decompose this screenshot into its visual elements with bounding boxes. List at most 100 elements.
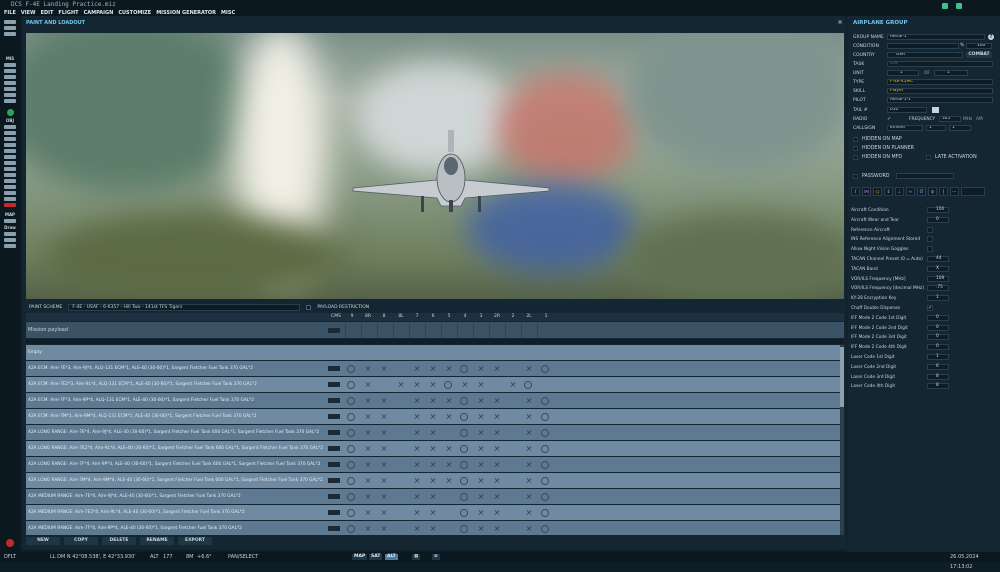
- weapon-station-icon[interactable]: ×: [444, 476, 454, 485]
- weapon-station-icon[interactable]: ×: [363, 476, 373, 485]
- country-select[interactable]: USA: [887, 52, 963, 58]
- empty-station-icon[interactable]: [347, 476, 355, 485]
- weapon-station-icon[interactable]: ×: [379, 492, 389, 501]
- weapon-station-icon[interactable]: ×: [363, 460, 373, 469]
- weapon-station-icon[interactable]: ×: [524, 412, 534, 421]
- weather-icon[interactable]: [4, 63, 16, 67]
- menu-file[interactable]: FILE: [4, 9, 16, 18]
- weapon-station-icon[interactable]: ×: [476, 364, 486, 373]
- empty-station-icon[interactable]: [541, 524, 549, 533]
- unit-input[interactable]: 1: [887, 70, 919, 76]
- extra-tab-icon[interactable]: [961, 187, 985, 196]
- triggered-actions-tab-icon[interactable]: ⋈: [862, 187, 871, 196]
- weapon-station-icon[interactable]: ×: [428, 364, 438, 373]
- mission-payload-pylon-4[interactable]: [409, 322, 410, 338]
- sat-view-button[interactable]: SAT: [369, 554, 383, 560]
- target-tab-icon[interactable]: ◇: [873, 187, 882, 196]
- rename-button[interactable]: RENAME: [140, 537, 174, 545]
- copy-button[interactable]: COPY: [64, 537, 98, 545]
- empty-station-icon[interactable]: [541, 412, 549, 421]
- weapon-station-icon[interactable]: ×: [524, 364, 534, 373]
- weapon-station-icon[interactable]: ×: [412, 412, 422, 421]
- property-input[interactable]: 8: [927, 383, 949, 390]
- empty-station-icon[interactable]: [460, 396, 468, 405]
- mission-payload-pylon-10[interactable]: [505, 322, 506, 338]
- unit-total-input[interactable]: 1: [934, 70, 968, 76]
- callsign-select[interactable]: Enfield: [887, 125, 923, 131]
- payload-restriction-checkbox[interactable]: [306, 304, 312, 310]
- radio-tab-icon[interactable]: ψ: [928, 187, 937, 196]
- empty-station-icon[interactable]: [524, 380, 532, 389]
- help-icon[interactable]: ?: [988, 34, 994, 40]
- empty-station-icon[interactable]: [347, 364, 355, 373]
- weapon-station-icon[interactable]: ×: [428, 492, 438, 501]
- map-layer-icon[interactable]: [4, 219, 16, 223]
- weapon-station-icon[interactable]: ×: [444, 460, 454, 469]
- empty-station-icon[interactable]: [460, 364, 468, 373]
- hidden-map-checkbox[interactable]: [853, 137, 858, 142]
- loadout-row[interactable]: A2A ECM: Aim-7F*3, Aim-9P*4, ALQ-131 ECM…: [26, 393, 840, 408]
- weapon-station-icon[interactable]: ×: [460, 380, 470, 389]
- airbase-icon[interactable]: [4, 167, 16, 171]
- weapon-station-icon[interactable]: ×: [524, 444, 534, 453]
- property-input[interactable]: 0: [927, 344, 949, 351]
- property-input[interactable]: 44: [927, 256, 949, 262]
- empty-station-icon[interactable]: [541, 476, 549, 485]
- mission-payload-pylon-7[interactable]: [457, 322, 458, 338]
- weapon-station-icon[interactable]: ×: [428, 524, 438, 533]
- type-select[interactable]: F-4E-45MC: [887, 79, 993, 85]
- weapon-station-icon[interactable]: ×: [428, 428, 438, 437]
- loadout-tab-icon[interactable]: ≈: [906, 187, 915, 196]
- property-checkbox[interactable]: [927, 236, 933, 243]
- weapon-station-icon[interactable]: ×: [363, 380, 373, 389]
- weapon-station-icon[interactable]: ×: [524, 492, 534, 501]
- loadout-row[interactable]: A2A MEDIUM RANGE: Aim-7E2*4, Aim-9L*4, A…: [26, 505, 840, 520]
- weapon-station-icon[interactable]: ×: [476, 508, 486, 517]
- empty-station-icon[interactable]: [347, 380, 355, 389]
- condition-slider[interactable]: [887, 43, 959, 49]
- mission-payload-pylon-0[interactable]: [345, 322, 346, 338]
- frequency-input[interactable]: 305: [939, 116, 961, 122]
- delete-button[interactable]: DELETE: [102, 537, 136, 545]
- weapon-station-icon[interactable]: ×: [412, 428, 422, 437]
- weapon-station-icon[interactable]: ×: [508, 380, 518, 389]
- hidden-mfd-checkbox[interactable]: [853, 155, 858, 160]
- weapon-station-icon[interactable]: ×: [492, 444, 502, 453]
- weapon-station-icon[interactable]: ×: [363, 508, 373, 517]
- weapon-station-icon[interactable]: ×: [412, 364, 422, 373]
- empty-station-icon[interactable]: [541, 444, 549, 453]
- property-input[interactable]: 0: [927, 334, 949, 341]
- property-checkbox[interactable]: ✓: [927, 305, 933, 311]
- weapon-station-icon[interactable]: ×: [379, 412, 389, 421]
- skill-select[interactable]: Player: [887, 88, 993, 94]
- weapon-station-icon[interactable]: ×: [524, 460, 534, 469]
- weapon-station-icon[interactable]: ×: [476, 492, 486, 501]
- weapon-station-icon[interactable]: ×: [428, 380, 438, 389]
- loadout-row[interactable]: A2A MEDIUM RANGE: Aim-7F*4, Aim-9P*4, AL…: [26, 521, 840, 535]
- group-name-input[interactable]: Aerial-1: [887, 34, 985, 40]
- fly-icon[interactable]: [6, 109, 14, 116]
- map-view-button[interactable]: MAP: [352, 554, 368, 560]
- weapon-station-icon[interactable]: ×: [524, 476, 534, 485]
- weapon-station-icon[interactable]: ×: [428, 444, 438, 453]
- weapon-station-icon[interactable]: ×: [476, 428, 486, 437]
- weapon-station-icon[interactable]: ×: [524, 524, 534, 533]
- hidden-planner-checkbox[interactable]: [853, 146, 858, 151]
- weapon-station-icon[interactable]: ×: [476, 460, 486, 469]
- loadout-row[interactable]: A2A ECM: Aim-7M*3, Aim-9M*4, ALQ-131 ECM…: [26, 409, 840, 424]
- failures-icon[interactable]: [4, 87, 16, 91]
- condition-input[interactable]: 100: [966, 43, 992, 49]
- property-input[interactable]: 0: [927, 314, 949, 321]
- weapon-station-icon[interactable]: ×: [476, 444, 486, 453]
- weapon-station-icon[interactable]: ×: [444, 444, 454, 453]
- empty-station-icon[interactable]: [347, 460, 355, 469]
- triggers-icon[interactable]: [4, 75, 16, 79]
- property-checkbox[interactable]: [927, 226, 933, 233]
- aircraft-preview[interactable]: [26, 33, 844, 299]
- resources-icon[interactable]: [4, 81, 16, 85]
- empty-station-icon[interactable]: [347, 428, 355, 437]
- weapon-station-icon[interactable]: ×: [396, 380, 406, 389]
- weapon-station-icon[interactable]: ×: [444, 364, 454, 373]
- empty-station-icon[interactable]: [541, 508, 549, 517]
- loadout-row[interactable]: A2A MEDIUM RANGE: Aim-7E*4, Aim-9J*4, AL…: [26, 489, 840, 504]
